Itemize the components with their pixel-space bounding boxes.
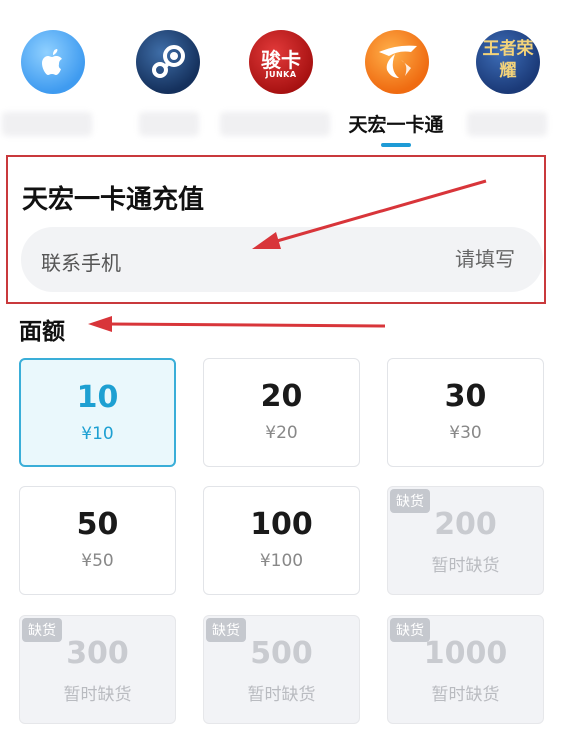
app-tab-strip: 骏卡 JUNKA 天宏一卡通 王者荣耀 bbox=[0, 0, 567, 150]
denomination-card-200: 缺货 200 暂时缺货 bbox=[387, 486, 544, 595]
tab-wangzhe[interactable]: 王者荣耀 bbox=[467, 24, 547, 144]
tab-steam[interactable] bbox=[127, 24, 207, 144]
tab-junka-label-blurred bbox=[220, 112, 330, 136]
denomination-price: 暂时缺货 bbox=[431, 685, 500, 705]
phone-label: 联系手机 bbox=[41, 251, 121, 275]
denomination-amount: 30 bbox=[444, 379, 487, 414]
denomination-card-10[interactable]: 10 ¥10 bbox=[19, 358, 176, 467]
denomination-price: ¥100 bbox=[259, 551, 304, 571]
apple-logo-icon bbox=[21, 30, 85, 94]
tab-tianhong[interactable]: 天宏一卡通 bbox=[348, 24, 444, 144]
recharge-title: 天宏一卡通充值 bbox=[22, 185, 205, 215]
denomination-card-500: 缺货 500 暂时缺货 bbox=[203, 615, 360, 724]
denomination-price: ¥50 bbox=[81, 551, 114, 571]
tab-steam-label-blurred bbox=[139, 112, 199, 136]
denomination-heading: 面额 bbox=[19, 319, 65, 345]
tab-tianhong-label: 天宏一卡通 bbox=[348, 114, 444, 136]
recharge-panel: 天宏一卡通充值 联系手机 bbox=[6, 155, 546, 304]
denomination-amount: 1000 bbox=[423, 636, 508, 671]
denomination-card-300: 缺货 300 暂时缺货 bbox=[19, 615, 176, 724]
phone-input[interactable] bbox=[315, 241, 515, 277]
denomination-amount: 50 bbox=[76, 507, 119, 542]
tab-wangzhe-label-blurred bbox=[467, 112, 547, 136]
tianhong-logo-icon bbox=[365, 30, 429, 94]
denomination-price: ¥30 bbox=[449, 423, 482, 443]
denomination-price: 暂时缺货 bbox=[247, 685, 316, 705]
arrow-to-denomination-heading bbox=[88, 316, 386, 332]
denomination-price: 暂时缺货 bbox=[431, 556, 500, 576]
tab-apple-label-blurred bbox=[2, 112, 92, 136]
junka-logo-icon: 骏卡 JUNKA bbox=[249, 30, 313, 94]
denomination-amount: 20 bbox=[260, 379, 303, 414]
denomination-card-1000: 缺货 1000 暂时缺货 bbox=[387, 615, 544, 724]
wangzhe-logo-icon: 王者荣耀 bbox=[476, 30, 540, 94]
denomination-amount: 100 bbox=[250, 507, 313, 542]
tab-apple[interactable] bbox=[2, 24, 92, 144]
denomination-amount: 300 bbox=[66, 636, 129, 671]
denomination-amount: 200 bbox=[434, 507, 497, 542]
denomination-card-20[interactable]: 20 ¥20 bbox=[203, 358, 360, 467]
denomination-amount: 10 bbox=[76, 380, 119, 415]
denomination-card-50[interactable]: 50 ¥50 bbox=[19, 486, 176, 595]
steam-logo-icon bbox=[136, 30, 200, 94]
denomination-price: 暂时缺货 bbox=[63, 685, 132, 705]
tab-junka[interactable]: 骏卡 JUNKA bbox=[220, 24, 330, 144]
denomination-amount: 500 bbox=[250, 636, 313, 671]
active-tab-indicator bbox=[381, 143, 411, 147]
phone-field[interactable]: 联系手机 bbox=[21, 227, 543, 292]
denomination-price: ¥20 bbox=[265, 423, 298, 443]
denomination-card-100[interactable]: 100 ¥100 bbox=[203, 486, 360, 595]
denomination-price: ¥10 bbox=[81, 424, 114, 444]
denomination-card-30[interactable]: 30 ¥30 bbox=[387, 358, 544, 467]
